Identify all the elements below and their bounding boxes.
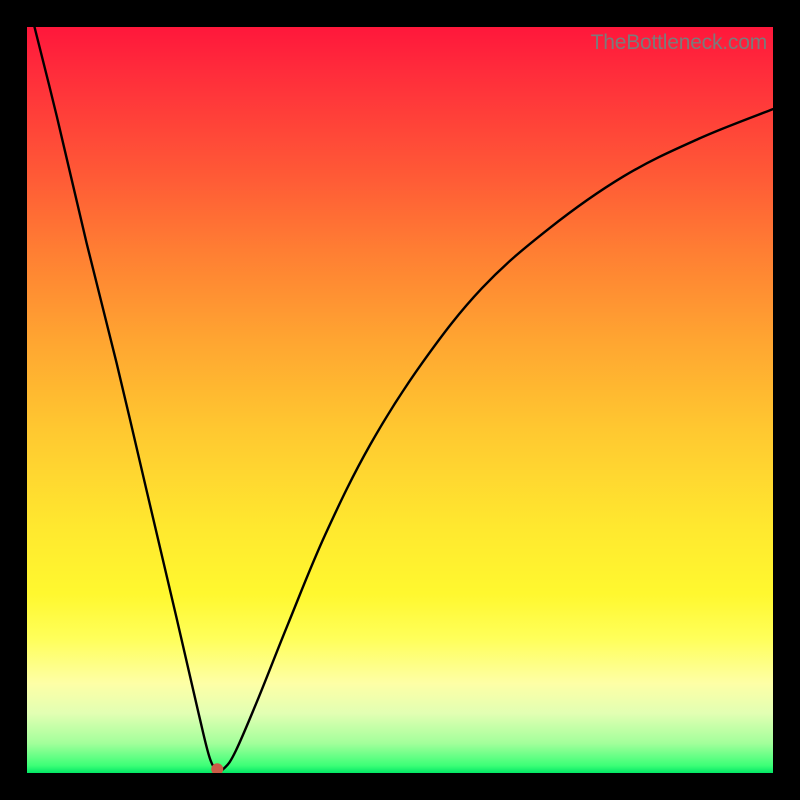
chart-frame: TheBottleneck.com	[0, 0, 800, 800]
bottleneck-curve	[27, 27, 773, 773]
plot-area: TheBottleneck.com	[27, 27, 773, 773]
watermark-text: TheBottleneck.com	[591, 31, 767, 55]
